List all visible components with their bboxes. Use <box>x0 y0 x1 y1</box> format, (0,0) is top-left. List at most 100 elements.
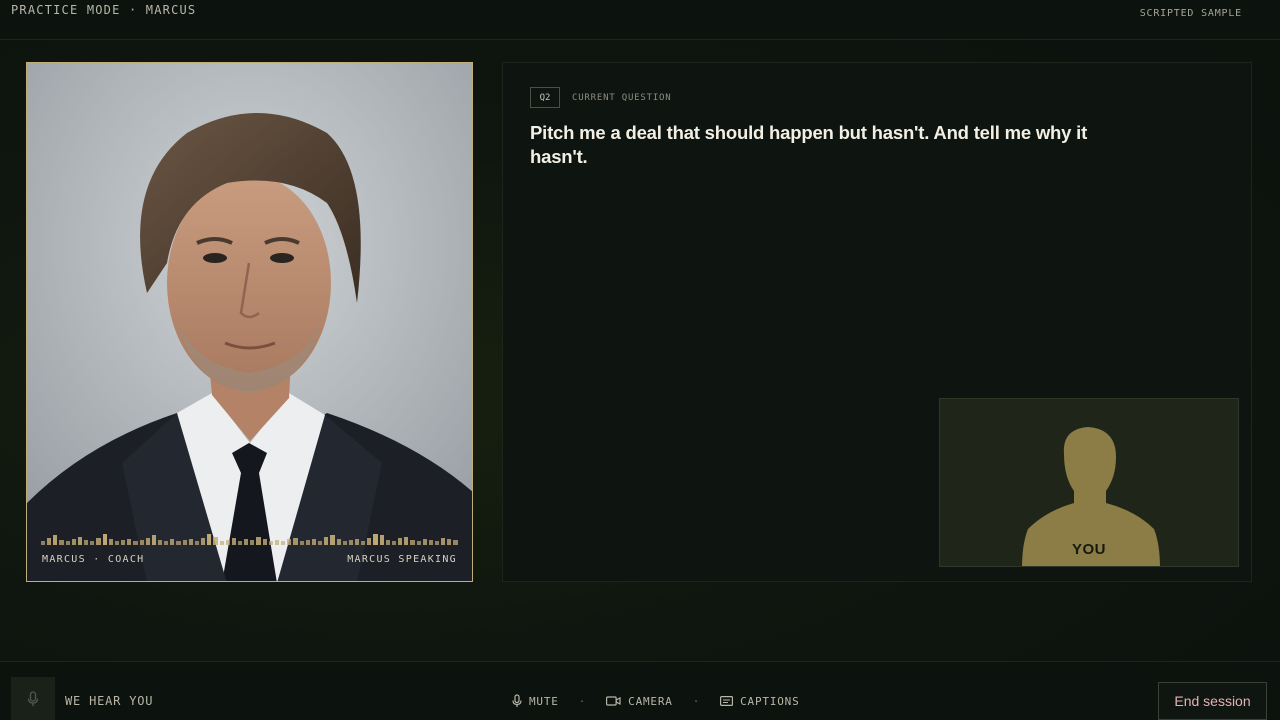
question-text: Pitch me a deal that should happen but h… <box>530 122 1088 167</box>
waveform-bar <box>157 540 163 545</box>
mode-label: PRACTICE MODE · MARCUS <box>11 3 197 17</box>
mic-status-indicator[interactable] <box>11 677 55 720</box>
practice-session-screen: PRACTICE MODE · MARCUS SCRIPTED SAMPLE M… <box>0 0 1280 720</box>
waveform-bar <box>114 541 120 545</box>
waveform-bar <box>219 541 224 545</box>
waveform-bar <box>435 541 440 545</box>
waveform-bar <box>268 541 273 545</box>
waveform-bar <box>318 541 323 545</box>
waveform-bar <box>311 539 317 545</box>
waveform-bar <box>274 540 280 545</box>
waveform-bar <box>170 539 175 545</box>
waveform-bar <box>151 535 156 545</box>
coach-video-tile: MARCUS · COACH MARCUS SPEAKING <box>26 62 473 582</box>
waveform-bar <box>330 535 335 545</box>
waveform-bar <box>47 538 52 545</box>
waveform-bar <box>354 539 360 545</box>
call-controls: MUTE · CAMERA · CAPTIONS <box>512 692 800 710</box>
control-separator: · <box>578 694 587 708</box>
closed-captions-icon <box>720 696 734 706</box>
waveform-bar <box>404 537 409 545</box>
waveform-bar <box>121 540 126 545</box>
captions-label: CAPTIONS <box>740 694 800 708</box>
waveform-bar <box>299 541 304 545</box>
waveform-bar <box>361 541 366 545</box>
waveform-bar <box>201 538 206 545</box>
waveform-bar <box>65 541 70 545</box>
speaking-status: MARCUS SPEAKING <box>347 554 457 565</box>
waveform-bar <box>139 540 144 545</box>
waveform-bar <box>281 541 286 545</box>
waveform-bar <box>336 539 341 545</box>
waveform-bar <box>262 539 267 545</box>
waveform-bar <box>293 538 298 545</box>
waveform-bar <box>84 540 89 545</box>
captions-button[interactable]: CAPTIONS <box>720 695 799 708</box>
waveform-bar <box>41 541 46 545</box>
waveform-bar <box>348 540 353 545</box>
waveform-bar <box>244 539 249 545</box>
waveform-bar <box>145 538 150 545</box>
coach-portrait <box>27 63 472 581</box>
waveform-bar <box>207 534 212 545</box>
camera-label: CAMERA <box>628 694 673 708</box>
waveform-bar <box>176 541 181 545</box>
waveform-bar <box>410 540 415 545</box>
waveform-bar <box>447 539 452 545</box>
waveform-bar <box>238 541 243 545</box>
waveform-bar <box>379 535 384 545</box>
control-separator: · <box>692 694 701 708</box>
waveform-bar <box>102 534 107 545</box>
waveform-bar <box>108 539 113 545</box>
end-session-button[interactable]: End session <box>1158 682 1267 720</box>
waveform-bar <box>385 540 390 545</box>
waveform-bar <box>182 540 187 545</box>
top-bar: PRACTICE MODE · MARCUS SCRIPTED SAMPLE <box>0 0 1280 40</box>
waveform-bar <box>441 538 446 545</box>
waveform-bar <box>59 540 64 545</box>
self-view-label: YOU <box>1071 541 1106 558</box>
waveform-bar <box>96 538 101 545</box>
waveform-bar <box>287 539 292 545</box>
waveform-bar <box>90 541 95 545</box>
waveform-bar <box>53 535 58 545</box>
waveform-bar <box>342 541 347 545</box>
waveform-bar <box>416 541 421 545</box>
microphone-icon <box>512 694 522 707</box>
waveform-bar <box>188 539 193 545</box>
waveform-bar <box>305 540 310 545</box>
waveform-bar <box>194 541 200 545</box>
bottom-control-bar: WE HEAR YOU MUTE · CAMERA · CAPTIONS End… <box>0 661 1280 720</box>
waveform-bar <box>164 541 169 545</box>
waveform-bar <box>367 538 372 545</box>
video-camera-icon <box>606 696 621 706</box>
waveform-bar <box>71 539 76 545</box>
question-number-badge: Q2 <box>530 87 560 108</box>
waveform-bar <box>231 538 236 545</box>
mic-status-text: WE HEAR YOU <box>65 694 154 708</box>
waveform-bar <box>77 537 83 545</box>
waveform-bar <box>373 534 378 545</box>
waveform-bar <box>127 539 132 545</box>
speaking-waveform <box>41 531 458 545</box>
waveform-bar <box>391 541 397 545</box>
question-panel: Q2 CURRENT QUESTION Pitch me a deal that… <box>502 62 1252 582</box>
waveform-bar <box>422 539 427 545</box>
waveform-bar <box>453 540 458 545</box>
current-question-label: CURRENT QUESTION <box>572 93 672 103</box>
camera-button[interactable]: CAMERA <box>606 695 673 708</box>
microphone-icon <box>27 691 39 706</box>
waveform-bar <box>428 540 433 545</box>
mute-button[interactable]: MUTE <box>512 694 559 708</box>
waveform-bar <box>213 537 218 545</box>
coach-name-label: MARCUS · COACH <box>42 554 145 565</box>
self-view-tile: YOU <box>939 398 1239 567</box>
waveform-bar <box>398 538 403 545</box>
waveform-bar <box>133 541 138 545</box>
mute-label: MUTE <box>529 694 559 708</box>
waveform-bar <box>250 540 255 545</box>
waveform-bar <box>324 537 329 545</box>
waveform-bar <box>256 537 261 545</box>
scripted-sample-label: SCRIPTED SAMPLE <box>1139 8 1242 19</box>
waveform-bar <box>225 540 230 545</box>
